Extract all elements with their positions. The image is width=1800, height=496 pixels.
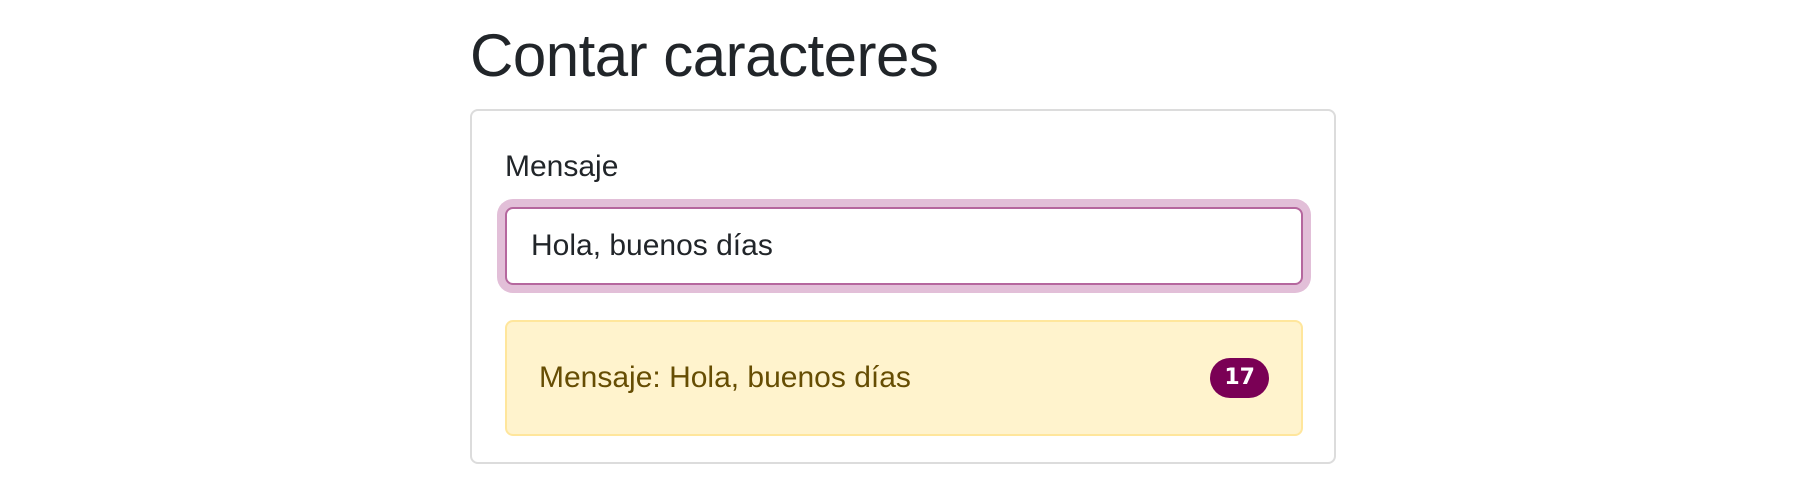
character-count-badge: 17 xyxy=(1210,358,1269,398)
message-label: Mensaje xyxy=(505,150,619,183)
page-title: Contar caracteres xyxy=(470,22,939,89)
page-container: Contar caracteres Mensaje Mensaje: Hola,… xyxy=(470,20,1338,464)
message-input[interactable] xyxy=(507,209,1301,283)
form-card: Mensaje Mensaje: Hola, buenos días 17 xyxy=(470,109,1336,464)
message-input-wrapper xyxy=(505,207,1303,285)
result-alert: Mensaje: Hola, buenos días 17 xyxy=(505,320,1303,436)
result-text: Mensaje: Hola, buenos días xyxy=(539,361,911,394)
